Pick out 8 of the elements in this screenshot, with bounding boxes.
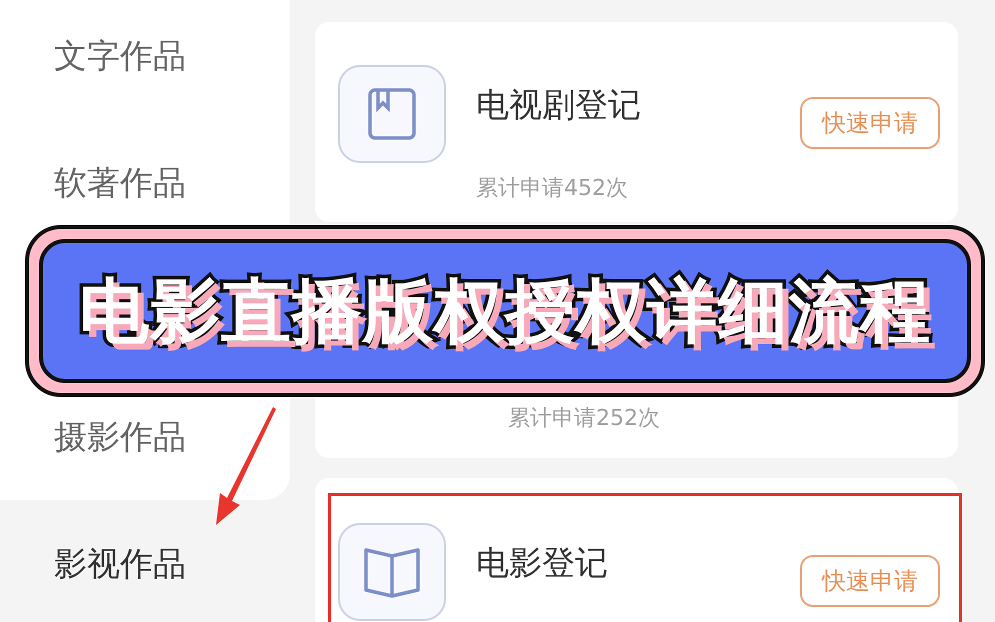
apply-count: 累计申请452次: [476, 175, 629, 203]
card-title: 电影登记: [476, 543, 609, 583]
sidebar-item[interactable]: 文字作品: [54, 36, 186, 76]
sidebar-item[interactable]: 摄影作品: [54, 416, 186, 456]
card-title: 电视剧登记: [476, 85, 642, 125]
banner-title: 电影直播版权授权详细流程: [79, 268, 931, 354]
sidebar-item[interactable]: 软著作品: [54, 162, 186, 202]
apply-count: 累计申请252次: [508, 405, 661, 433]
